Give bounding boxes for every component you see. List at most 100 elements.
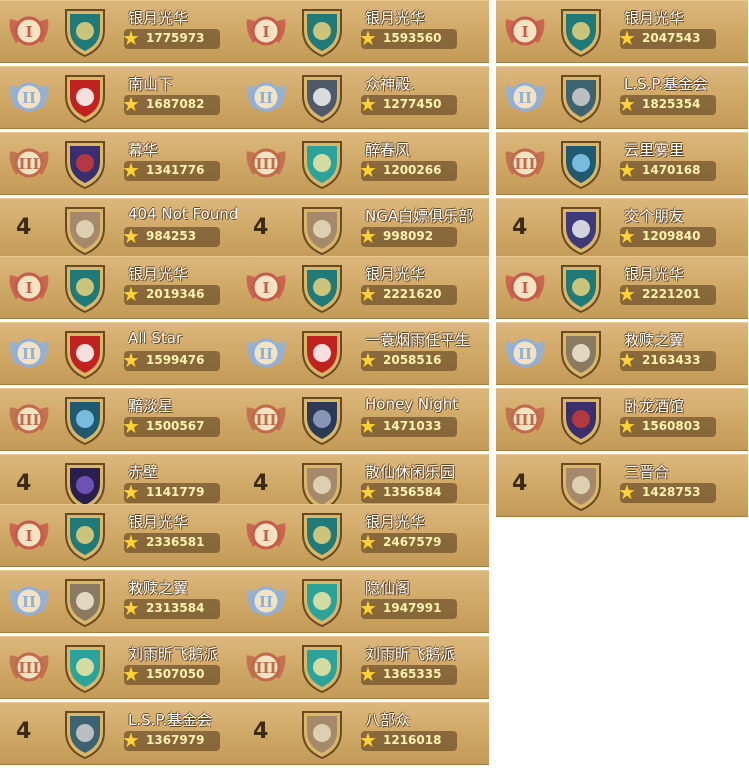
rank-number: 4 [253,471,269,496]
guild-name: All Star [128,329,183,347]
rank-3-medal-icon: III [505,404,545,434]
guild-score: 1825354 [642,97,701,111]
svg-text:II: II [518,345,532,363]
score-bar: ★ 1141779 [122,480,220,504]
rank-3-medal-icon: III [246,148,286,178]
score-bar: ★ 1560803 [618,414,716,438]
guild-name: Honey Night [365,395,459,413]
guild-row[interactable]: III 刘雨昕飞鹅派 ★ 1507050 [0,636,252,699]
guild-row[interactable]: III 卧龙酒馆 ★ 1560803 [496,388,748,451]
star-icon: ★ [122,530,140,554]
star-icon: ★ [122,158,140,182]
guild-row[interactable]: I 银月光华 ★ 2221620 [237,256,489,319]
guild-name: 救赎之翼 [128,579,189,597]
guild-name: 救赎之翼 [624,331,685,349]
rank-1-medal-icon: I [505,272,545,302]
guild-name: 众神殿. [365,75,415,93]
guild-row[interactable]: 4 NGA白嫖俱乐部 ★ 998092 [237,198,489,261]
crown-crest-icon [302,207,342,256]
guild-row[interactable]: I 银月光华 ★ 2336581 [0,504,252,567]
svg-text:III: III [18,411,39,429]
rank-2-medal-icon: II [9,82,49,112]
leaderboard-panel: I 银月光华 ★ 2221201 II 救赎之翼 ★ 2163433 III 卧龙酒馆 ★ 15608… [496,256,748,520]
score-bar: ★ 1341776 [122,158,220,182]
score-bar: ★ 1200266 [359,158,457,182]
score-bar: ★ 2221620 [359,282,457,306]
score-bar: ★ 1470168 [618,158,716,182]
guild-row[interactable]: II 南山下 ★ 1687082 [0,66,252,129]
guild-row[interactable]: I 银月光华 ★ 2047543 [496,0,748,63]
rank-number: 4 [16,719,32,744]
guild-row[interactable]: 4 交个朋友 ★ 1209840 [496,198,748,261]
guild-row[interactable]: II L.S.P.基金会 ★ 1825354 [496,66,748,129]
guild-row[interactable]: 4 八部众 ★ 1216018 [237,702,489,765]
score-bar: ★ 2336581 [122,530,220,554]
guild-name: NGA白嫖俱乐部 [365,207,474,225]
guild-row[interactable]: 4 404 Not Found ★ 984253 [0,198,252,261]
guild-score: 2019346 [146,287,205,301]
score-bar: ★ 1599476 [122,348,220,372]
guild-score: 1500567 [146,419,205,433]
guild-row[interactable]: I 银月光华 ★ 2019346 [0,256,252,319]
guild-row[interactable]: 4 三晋合 ★ 1428753 [496,454,748,517]
guild-score: 1141779 [146,485,205,499]
guild-score: 2467579 [383,535,442,549]
guild-row[interactable]: II 救赎之翼 ★ 2163433 [496,322,748,385]
star-icon: ★ [359,662,377,686]
guild-row[interactable]: III 云里雾里 ★ 1470168 [496,132,748,195]
guild-score: 1471033 [383,419,442,433]
guild-score: 1200266 [383,163,442,177]
guild-row[interactable]: III 黯淡星 ★ 1500567 [0,388,252,451]
star-icon: ★ [122,92,140,116]
guild-row[interactable]: I 银月光华 ★ 2221201 [496,256,748,319]
guild-score: 1470168 [642,163,701,177]
svg-text:II: II [259,345,273,363]
leaderboard-panel: I 银月光华 ★ 2467579 II 隐仙阁 ★ 1947991 III 刘雨昕飞鹅派 ★ 1365… [237,504,489,768]
witch-crest-icon [561,265,601,314]
score-bar: ★ 1365335 [359,662,457,686]
guild-row[interactable]: II 众神殿. ★ 1277450 [237,66,489,129]
star-icon: ★ [122,480,140,504]
rank-2-medal-icon: II [246,586,286,616]
score-bar: ★ 1500567 [122,414,220,438]
guild-row[interactable]: III Honey Night ★ 1471033 [237,388,489,451]
star-icon: ★ [359,414,377,438]
guild-name: 隐仙阁 [365,579,411,597]
guild-row[interactable]: II All Star ★ 1599476 [0,322,252,385]
svg-text:I: I [262,23,269,41]
star-icon: ★ [122,596,140,620]
guild-name: 银月光华 [365,265,426,283]
owl-crest-icon [561,331,601,380]
guild-name: 黯淡星 [128,397,174,415]
guild-name: 银月光华 [128,9,189,27]
guild-score: 1216018 [383,733,442,747]
star-icon: ★ [359,282,377,306]
guild-name: 银月光华 [624,9,685,27]
guild-name: 醉春风 [365,141,411,159]
guild-row[interactable]: III 刘雨昕飞鹅派 ★ 1365335 [237,636,489,699]
star-icon: ★ [618,348,636,372]
leaderboard-panel: I 银月光华 ★ 1775973 II 南山下 ★ 1687082 III 幕华 ★ 1341776 4… [0,0,252,264]
guild-row[interactable]: I 银月光华 ★ 2467579 [237,504,489,567]
guild-score: 2221620 [383,287,442,301]
guild-row[interactable]: III 醉春风 ★ 1200266 [237,132,489,195]
guild-row[interactable]: I 银月光华 ★ 1593560 [237,0,489,63]
guild-row[interactable]: II 救赎之翼 ★ 2313584 [0,570,252,633]
guild-score: 984253 [146,229,197,243]
guild-name: 三晋合 [624,463,670,481]
guild-row[interactable]: II 一蓑烟雨任平生 ★ 2058516 [237,322,489,385]
guild-row[interactable]: I 银月光华 ★ 1775973 [0,0,252,63]
leaderboard-panel: I 银月光华 ★ 2047543 II L.S.P.基金会 ★ 1825354 III 云里雾里 ★… [496,0,748,264]
score-bar: ★ 2221201 [618,282,716,306]
svg-text:II: II [22,345,36,363]
crown-crest-icon [302,711,342,760]
rank-2-medal-icon: II [9,586,49,616]
guild-score: 1947991 [383,601,442,615]
flower-crest-icon [561,141,601,190]
svg-text:I: I [521,23,528,41]
guild-row[interactable]: III 幕华 ★ 1341776 [0,132,252,195]
guild-row[interactable]: 4 L.S.P.基金会 ★ 1367979 [0,702,252,765]
rank-number: 4 [512,471,528,496]
guild-name: 银月光华 [128,513,189,531]
guild-row[interactable]: II 隐仙阁 ★ 1947991 [237,570,489,633]
